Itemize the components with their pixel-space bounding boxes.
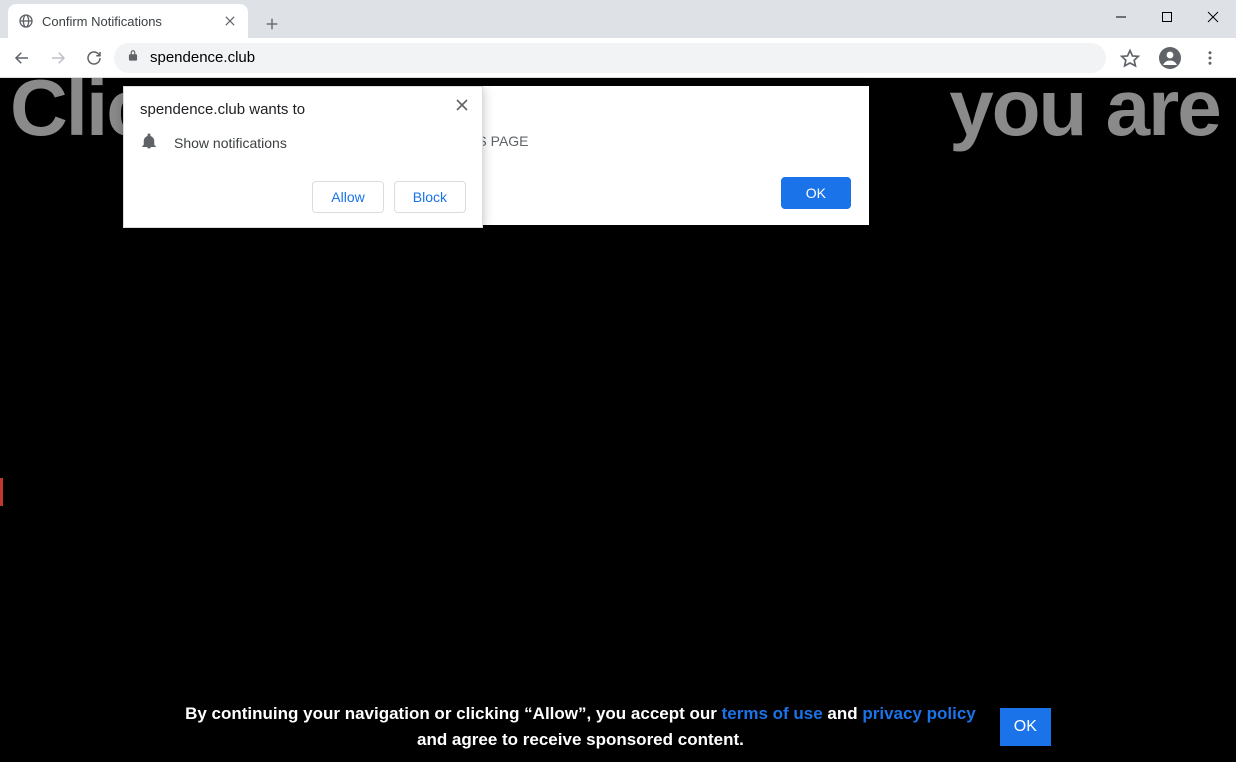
browser-toolbar [0, 38, 1236, 78]
permission-title: spendence.club wants to [140, 101, 466, 118]
headline-right: you are not [949, 78, 1236, 152]
back-button[interactable] [6, 42, 38, 74]
tab-close-button[interactable] [222, 13, 238, 29]
forward-button[interactable] [42, 42, 74, 74]
consent-bar: By continuing your navigation or clickin… [0, 701, 1236, 752]
new-tab-button[interactable] [258, 10, 286, 38]
tab-title: Confirm Notifications [42, 14, 162, 29]
window-close-button[interactable] [1190, 0, 1236, 34]
bell-icon [140, 132, 158, 153]
lock-icon [126, 49, 140, 67]
consent-mid: and [823, 704, 863, 723]
consent-ok-button[interactable]: OK [1000, 708, 1051, 746]
alert-ok-button[interactable]: OK [781, 177, 851, 209]
decorative-sliver [0, 478, 3, 506]
notification-permission-prompt: spendence.club wants to Show notificatio… [123, 86, 483, 228]
terms-of-use-link[interactable]: terms of use [722, 704, 823, 723]
permission-close-button[interactable] [450, 93, 474, 117]
profile-avatar-button[interactable] [1154, 42, 1186, 74]
reload-button[interactable] [78, 42, 110, 74]
consent-text: By continuing your navigation or clickin… [185, 701, 976, 752]
permission-block-button[interactable]: Block [394, 181, 466, 213]
globe-icon [18, 13, 34, 29]
chrome-menu-button[interactable] [1194, 42, 1226, 74]
privacy-policy-link[interactable]: privacy policy [862, 704, 975, 723]
consent-pre: By continuing your navigation or clickin… [185, 704, 722, 723]
tab-strip: Confirm Notifications [0, 0, 1236, 38]
permission-allow-button[interactable]: Allow [312, 181, 383, 213]
bookmark-star-button[interactable] [1114, 42, 1146, 74]
url-input[interactable] [150, 49, 1094, 66]
browser-tab[interactable]: Confirm Notifications [8, 4, 248, 38]
consent-post: and agree to receive sponsored content. [417, 730, 744, 749]
window-maximize-button[interactable] [1144, 0, 1190, 34]
permission-item-label: Show notifications [174, 135, 287, 151]
window-minimize-button[interactable] [1098, 0, 1144, 34]
address-bar[interactable] [114, 43, 1106, 73]
